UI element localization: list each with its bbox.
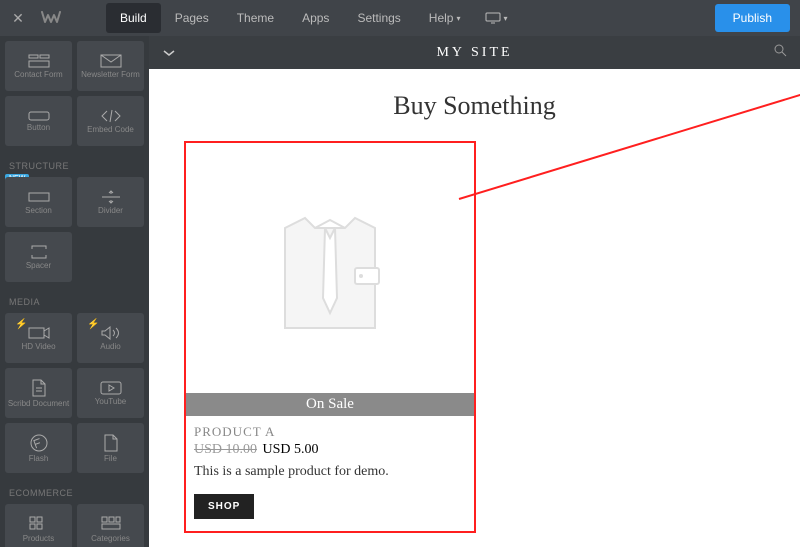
contact-form-icon [28,54,50,68]
sale-badge: On Sale [186,393,474,416]
tab-apps[interactable]: Apps [288,3,343,33]
canvas-area: MY SITE Buy Something On Sale PRODUCT A [149,36,800,547]
tile-contact-form[interactable]: Contact Form [5,41,72,91]
tile-flash[interactable]: Flash [5,423,72,473]
tile-label: Products [23,535,55,543]
lightning-icon: ⚡ [15,319,27,330]
annotation-arrow [449,69,800,209]
shop-button[interactable]: SHOP [194,494,254,519]
product-description: This is a sample product for demo. [186,460,474,494]
shirt-tie-icon [255,198,405,338]
tile-scribd[interactable]: Scribd Document [5,368,72,418]
divider-icon [100,190,122,204]
nav-tabs: Build Pages Theme Apps Settings [106,3,415,33]
product-name: PRODUCT A [186,424,474,440]
tab-pages[interactable]: Pages [161,3,223,33]
chevron-down-icon[interactable] [149,44,189,62]
section-header-media: MEDIA [5,287,144,313]
tile-products[interactable]: Products [5,504,72,547]
audio-icon [100,326,122,340]
desktop-icon [485,12,501,24]
tile-label: Divider [98,207,123,215]
weebly-logo-icon[interactable] [36,7,66,29]
close-icon[interactable]: ✕ [0,10,36,27]
tile-label: Button [27,124,50,132]
help-menu[interactable]: Help ▾ [415,3,475,33]
file-icon [103,434,119,452]
product-price: USD 10.00 USD 5.00 [186,440,474,460]
tile-label: Flash [29,455,49,463]
flash-icon [30,434,48,452]
site-title: MY SITE [149,45,800,61]
publish-button[interactable]: Publish [715,4,790,32]
lightning-icon: ⚡ [87,319,99,330]
tile-label: Spacer [26,262,51,270]
newsletter-icon [100,54,122,68]
section-header-ecommerce: ECOMMERCE [5,478,144,504]
tile-hd-video[interactable]: ⚡ HD Video [5,313,72,363]
spacer-icon [28,245,50,259]
embed-code-icon [100,109,122,123]
search-icon[interactable] [760,43,800,62]
tab-build[interactable]: Build [106,3,161,33]
tile-label: HD Video [21,343,55,351]
categories-icon [101,516,121,532]
tile-label: Scribd Document [8,400,69,408]
page-canvas[interactable]: Buy Something On Sale PRODUCT A USD 10.0… [149,69,800,547]
help-label: Help [429,11,454,25]
page-heading[interactable]: Buy Something [179,91,770,121]
tile-file[interactable]: File [77,423,144,473]
doc-icon [31,379,47,397]
tile-label: Newsletter Form [81,71,140,79]
button-icon [28,111,50,121]
tile-categories[interactable]: Categories [77,504,144,547]
tile-section[interactable]: Section [5,177,72,227]
tile-label: Audio [100,343,120,351]
elements-sidebar: Contact Form Newsletter Form Button Embe… [0,36,149,547]
tile-label: Section [25,207,52,215]
product-element[interactable]: On Sale PRODUCT A USD 10.00 USD 5.00 Thi… [184,141,476,533]
tile-label: File [104,455,117,463]
old-price: USD 10.00 [194,442,257,457]
current-price: USD 5.00 [263,442,319,457]
tile-youtube[interactable]: YouTube [77,368,144,418]
section-icon [28,190,50,204]
chevron-down-icon: ▾ [456,14,460,23]
products-icon [29,516,49,532]
top-navbar: ✕ Build Pages Theme Apps Settings Help ▾… [0,0,800,36]
chevron-down-icon: ▾ [504,14,508,23]
tile-newsletter[interactable]: Newsletter Form [77,41,144,91]
tile-embed-code[interactable]: Embed Code [77,96,144,146]
tile-label: YouTube [95,398,126,406]
product-image-placeholder[interactable] [186,143,474,393]
tile-label: Embed Code [87,126,134,134]
hd-video-icon [28,326,50,340]
tab-theme[interactable]: Theme [223,3,288,33]
device-preview-menu[interactable]: ▾ [475,4,518,32]
tile-divider[interactable]: Divider [77,177,144,227]
tile-audio[interactable]: ⚡ Audio [77,313,144,363]
site-header-bar: MY SITE [149,36,800,69]
youtube-icon [100,381,122,395]
tile-label: Contact Form [14,71,62,79]
tab-settings[interactable]: Settings [343,3,414,33]
tile-label: Categories [91,535,130,543]
tile-button[interactable]: Button [5,96,72,146]
tile-spacer[interactable]: Spacer [5,232,72,282]
